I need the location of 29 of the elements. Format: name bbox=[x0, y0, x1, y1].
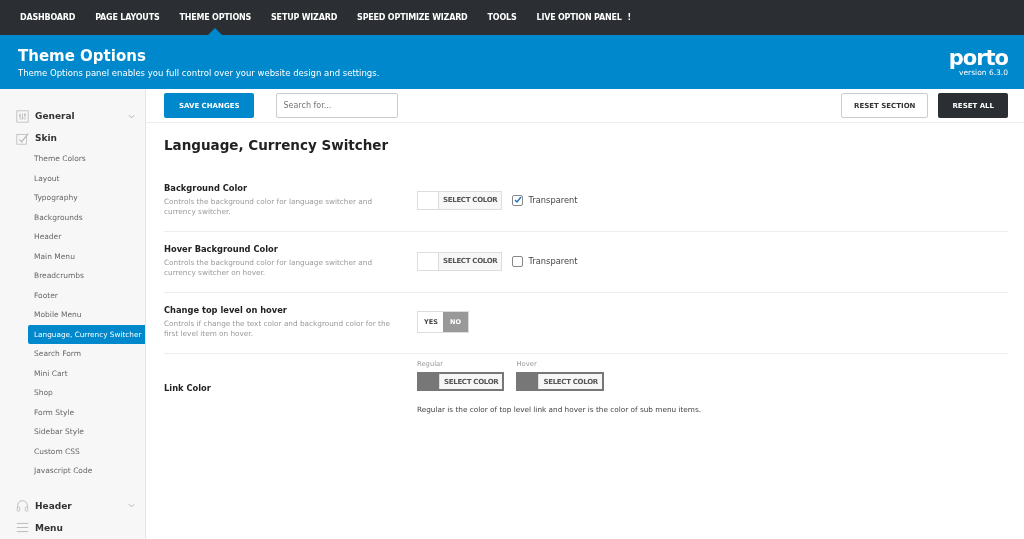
page-title: Theme Options bbox=[18, 46, 147, 65]
nav-tab[interactable]: PAGE LAYOUTS bbox=[85, 0, 170, 35]
checkbox-icon bbox=[16, 131, 29, 145]
chevron-down-icon bbox=[128, 113, 135, 119]
page-subtitle: Theme Options panel enables you full control over your website design and settings. bbox=[18, 67, 380, 78]
nav-tab[interactable]: TOOLS bbox=[477, 0, 527, 35]
sidebar-section[interactable]: Skin bbox=[0, 127, 145, 149]
nav-tab[interactable]: LIVE OPTION PANEL ! bbox=[526, 0, 641, 35]
setting-title: Hover Background Color bbox=[164, 244, 279, 254]
search-field[interactable]: Search for... bbox=[276, 93, 399, 118]
sidebar-section[interactable]: Menu bbox=[0, 516, 145, 539]
setting-title: Change top level on hover bbox=[164, 305, 288, 315]
nav-tab[interactable]: THEME OPTIONS bbox=[169, 0, 262, 35]
menu-icon bbox=[16, 521, 29, 534]
headphones-icon bbox=[16, 499, 29, 512]
transparent-checkbox[interactable]: Transparent bbox=[512, 194, 578, 206]
logo: porto bbox=[948, 47, 1008, 68]
section-title: Language, Currency Switcher bbox=[164, 137, 390, 153]
transparent-checkbox[interactable]: Transparent bbox=[512, 255, 578, 267]
checkmark-icon bbox=[513, 196, 522, 204]
nav-tab[interactable]: SETUP WIZARD bbox=[261, 0, 348, 35]
setting-title: Link Color bbox=[164, 383, 212, 393]
chevron-down-icon bbox=[128, 503, 135, 508]
sidebar-section[interactable]: General bbox=[0, 105, 145, 127]
sidebar-section[interactable]: Header bbox=[0, 494, 145, 517]
sliders-icon bbox=[16, 109, 29, 123]
nav-tab[interactable]: SPEED OPTIMIZE WIZARD bbox=[347, 0, 478, 35]
nav-tab[interactable]: DASHBOARD bbox=[10, 0, 86, 35]
setting-title: Background Color bbox=[164, 183, 249, 193]
